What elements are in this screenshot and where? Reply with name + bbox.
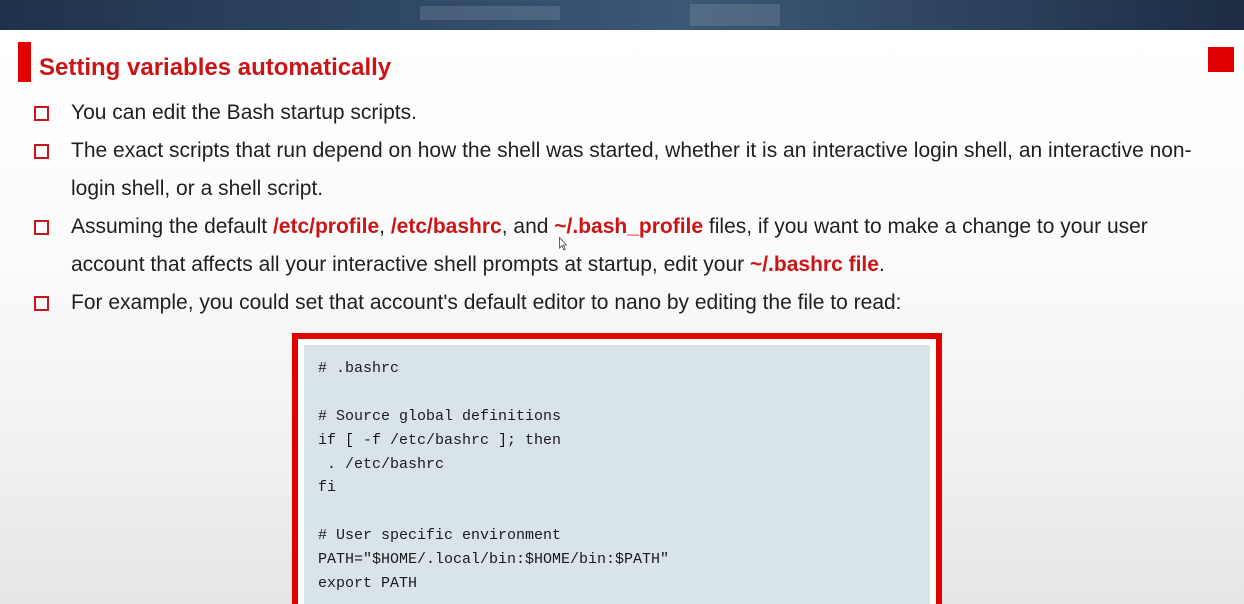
code-line: fi [318, 479, 337, 497]
code-line: . /etc/bashrc [318, 455, 445, 473]
bullet-item: The exact scripts that run depend on how… [34, 132, 1214, 208]
path-bash-profile: ~/.bash_profile [554, 215, 704, 238]
bullet-text-segment: Assuming the default [71, 215, 273, 238]
bullet-item: You can edit the Bash startup scripts. [34, 94, 1214, 132]
square-checkbox-icon [34, 296, 49, 311]
bullet-text: For example, you could set that account'… [71, 291, 902, 314]
bullet-text-segment: , and [501, 215, 555, 238]
code-line: PATH="$HOME/.local/bin:$HOME/bin:$PATH" [318, 551, 670, 569]
path-etc-bashrc: /etc/bashrc [390, 215, 502, 238]
bullet-list: You can edit the Bash startup scripts. T… [34, 94, 1214, 322]
code-line: if [ -f /etc/bashrc ]; then [318, 431, 562, 449]
square-checkbox-icon [34, 144, 49, 159]
blurred-background-shape [420, 6, 560, 20]
square-checkbox-icon [34, 220, 49, 235]
title-accent-bar [18, 42, 31, 82]
blurred-background-shape [690, 4, 780, 26]
mouse-cursor-icon [559, 237, 567, 251]
path-bashrc-file: ~/.bashrc file [749, 253, 879, 276]
square-checkbox-icon [34, 106, 49, 121]
code-block: # .bashrc # Source global definitions if… [304, 345, 930, 604]
bullet-text: You can edit the Bash startup scripts. [71, 101, 417, 124]
code-line: # Source global definitions [318, 407, 562, 425]
bullet-text: The exact scripts that run depend on how… [71, 139, 1192, 200]
slide-title: Setting variables automatically [39, 54, 392, 81]
bullet-item: Assuming the default /etc/profile, /etc/… [34, 208, 1214, 284]
code-line: # .bashrc [318, 360, 400, 377]
bullet-text-segment: , [379, 215, 391, 238]
path-etc-profile: /etc/profile [272, 215, 380, 238]
red-square-icon [1208, 47, 1234, 72]
code-line: # User specific environment [318, 527, 562, 545]
bullet-text-segment: . [878, 253, 885, 276]
bullet-item: For example, you could set that account'… [34, 284, 1214, 322]
code-example-frame: # .bashrc # Source global definitions if… [292, 333, 942, 604]
video-top-strip [0, 0, 1244, 30]
code-line: export PATH [318, 575, 418, 593]
